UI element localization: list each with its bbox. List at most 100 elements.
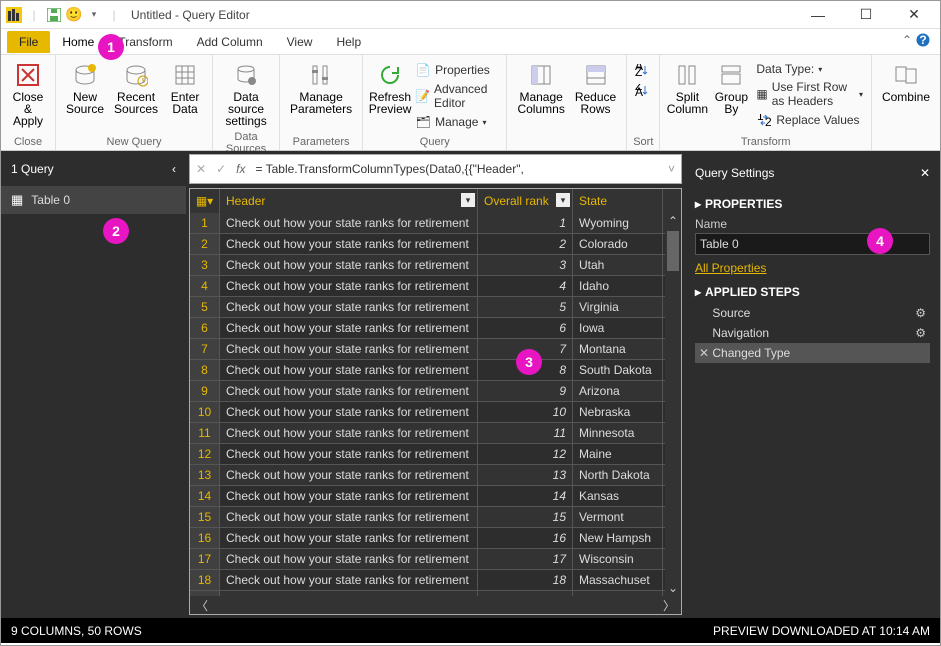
- replace-values-button[interactable]: 12Replace Values: [754, 111, 865, 129]
- ribbon-group-sort: AZ ZA Sort: [627, 55, 660, 150]
- scroll-right-icon[interactable]: 〉: [663, 597, 675, 614]
- split-column-label: Split Column: [667, 91, 708, 115]
- cell-rank: 9: [478, 381, 573, 401]
- table-row[interactable]: 17Check out how your state ranks for ret…: [190, 549, 681, 570]
- tab-file[interactable]: File: [7, 31, 50, 53]
- applied-step[interactable]: Source ⚙: [695, 303, 930, 323]
- scrollbar-thumb[interactable]: [667, 231, 679, 271]
- refresh-preview-button[interactable]: Refresh Preview: [369, 59, 411, 131]
- row-number: 14: [190, 486, 220, 506]
- properties-button[interactable]: 📄Properties: [413, 61, 500, 79]
- data-type-button[interactable]: Data Type: ▾: [754, 61, 865, 77]
- qat-dropdown-icon[interactable]: ▾: [85, 6, 103, 24]
- cancel-formula-icon[interactable]: ✕: [196, 162, 206, 176]
- applied-step[interactable]: Navigation⚙: [695, 323, 930, 343]
- table-row[interactable]: 8Check out how your state ranks for reti…: [190, 360, 681, 381]
- column-header[interactable]: State: [573, 189, 663, 213]
- new-source-button[interactable]: New Source: [62, 59, 108, 117]
- scroll-down-icon[interactable]: ⌄: [665, 580, 681, 596]
- close-apply-button[interactable]: Close & Apply: [7, 59, 49, 129]
- column-filter-icon[interactable]: ▾: [556, 193, 570, 207]
- column-header[interactable]: Overall rank▾: [478, 189, 573, 213]
- applied-step[interactable]: ✕ Changed Type: [695, 343, 930, 363]
- manage-columns-button[interactable]: Manage Columns: [513, 59, 568, 117]
- column-filter-icon[interactable]: ▾: [461, 193, 475, 207]
- manage-parameters-label: Manage Parameters: [290, 91, 352, 115]
- table-row[interactable]: 6Check out how your state ranks for reti…: [190, 318, 681, 339]
- split-column-button[interactable]: Split Column: [666, 59, 708, 129]
- chevron-up-icon[interactable]: ⌃: [902, 33, 912, 47]
- manage-button[interactable]: 🗂Manage ▾: [413, 113, 500, 131]
- gear-icon[interactable]: ⚙: [915, 326, 926, 340]
- scroll-up-icon[interactable]: ⌃: [665, 213, 681, 229]
- maximize-button[interactable]: ☐: [844, 3, 888, 27]
- query-item[interactable]: ▦ Table 0: [1, 186, 186, 214]
- cell-rank: 19: [478, 591, 573, 596]
- enter-data-button[interactable]: Enter Data: [164, 59, 206, 117]
- steps-header[interactable]: ▸APPLIED STEPS: [695, 285, 930, 299]
- collapse-icon[interactable]: ‹: [172, 162, 176, 176]
- fx-icon[interactable]: fx: [236, 162, 245, 176]
- table-row[interactable]: 13Check out how your state ranks for ret…: [190, 465, 681, 486]
- step-label: Source: [699, 306, 750, 320]
- cell-state: Maine: [573, 444, 663, 464]
- tab-view[interactable]: View: [275, 31, 325, 53]
- ribbon-group-query: Refresh Preview 📄Properties 📝Advanced Ed…: [363, 55, 507, 150]
- close-button[interactable]: ✕: [892, 3, 936, 27]
- smiley-icon[interactable]: 🙂: [65, 6, 83, 24]
- manage-parameters-button[interactable]: Manage Parameters: [286, 59, 356, 117]
- sort-desc-button[interactable]: ZA: [633, 81, 653, 99]
- table-row[interactable]: 12Check out how your state ranks for ret…: [190, 444, 681, 465]
- table-row[interactable]: 18Check out how your state ranks for ret…: [190, 570, 681, 591]
- table-row[interactable]: 5Check out how your state ranks for reti…: [190, 297, 681, 318]
- cell-rank: 17: [478, 549, 573, 569]
- sort-asc-button[interactable]: AZ: [633, 61, 653, 79]
- scroll-left-icon[interactable]: 〈: [196, 597, 208, 614]
- recent-sources-button[interactable]: Recent Sources: [110, 59, 162, 117]
- gear-icon[interactable]: ⚙: [915, 306, 926, 320]
- table-row[interactable]: 4Check out how your state ranks for reti…: [190, 276, 681, 297]
- delete-step-icon[interactable]: ✕: [699, 346, 712, 360]
- formula-text[interactable]: = Table.TransformColumnTypes(Data0,{{"He…: [255, 162, 658, 176]
- name-input[interactable]: [695, 233, 930, 255]
- table-row[interactable]: 15Check out how your state ranks for ret…: [190, 507, 681, 528]
- column-header[interactable]: Header▾: [220, 189, 478, 213]
- data-source-settings-button[interactable]: Data source settings: [219, 59, 273, 129]
- manage-columns-label: Manage Columns: [517, 91, 564, 115]
- cell-header: Check out how your state ranks for retir…: [220, 570, 478, 590]
- table-row[interactable]: 7Check out how your state ranks for reti…: [190, 339, 681, 360]
- group-by-button[interactable]: Group By: [710, 59, 752, 129]
- formula-nav-icon[interactable]: ˅: [668, 162, 675, 176]
- ribbon-collapse-help[interactable]: ⌃ ?: [902, 33, 930, 47]
- save-icon[interactable]: [45, 6, 63, 24]
- table-row[interactable]: 16Check out how your state ranks for ret…: [190, 528, 681, 549]
- vertical-scrollbar[interactable]: ⌃ ⌄: [665, 213, 681, 596]
- row-number: 16: [190, 528, 220, 548]
- tab-add-column[interactable]: Add Column: [185, 31, 275, 53]
- tab-help[interactable]: Help: [324, 31, 373, 53]
- row-header-corner[interactable]: ▦▾: [190, 189, 220, 213]
- table-row[interactable]: 14Check out how your state ranks for ret…: [190, 486, 681, 507]
- table-row[interactable]: 1Check out how your state ranks for reti…: [190, 213, 681, 234]
- all-properties-link[interactable]: All Properties: [695, 261, 766, 275]
- properties-header[interactable]: ▸PROPERTIES: [695, 197, 930, 211]
- first-row-headers-button[interactable]: ▦Use First Row as Headers ▾: [754, 79, 865, 109]
- help-icon[interactable]: ?: [916, 33, 930, 47]
- minimize-button[interactable]: —: [796, 3, 840, 27]
- horizontal-scrollbar[interactable]: 〈 〉: [190, 596, 681, 614]
- enter-data-icon: [171, 61, 199, 89]
- table-row[interactable]: 11Check out how your state ranks for ret…: [190, 423, 681, 444]
- reduce-rows-button[interactable]: Reduce Rows: [571, 59, 620, 117]
- table-row[interactable]: 19Check out how your state ranks for ret…: [190, 591, 681, 596]
- grid-body: ⌃ ⌄ 1Check out how your state ranks for …: [190, 213, 681, 596]
- table-row[interactable]: 9Check out how your state ranks for reti…: [190, 381, 681, 402]
- advanced-editor-button[interactable]: 📝Advanced Editor: [413, 81, 500, 111]
- close-settings-icon[interactable]: ✕: [920, 166, 930, 180]
- first-row-label: Use First Row as Headers: [772, 80, 855, 108]
- combine-button[interactable]: Combine: [878, 59, 934, 105]
- accept-formula-icon[interactable]: ✓: [216, 162, 226, 176]
- table-row[interactable]: 2Check out how your state ranks for reti…: [190, 234, 681, 255]
- table-row[interactable]: 10Check out how your state ranks for ret…: [190, 402, 681, 423]
- row-number: 8: [190, 360, 220, 380]
- table-row[interactable]: 3Check out how your state ranks for reti…: [190, 255, 681, 276]
